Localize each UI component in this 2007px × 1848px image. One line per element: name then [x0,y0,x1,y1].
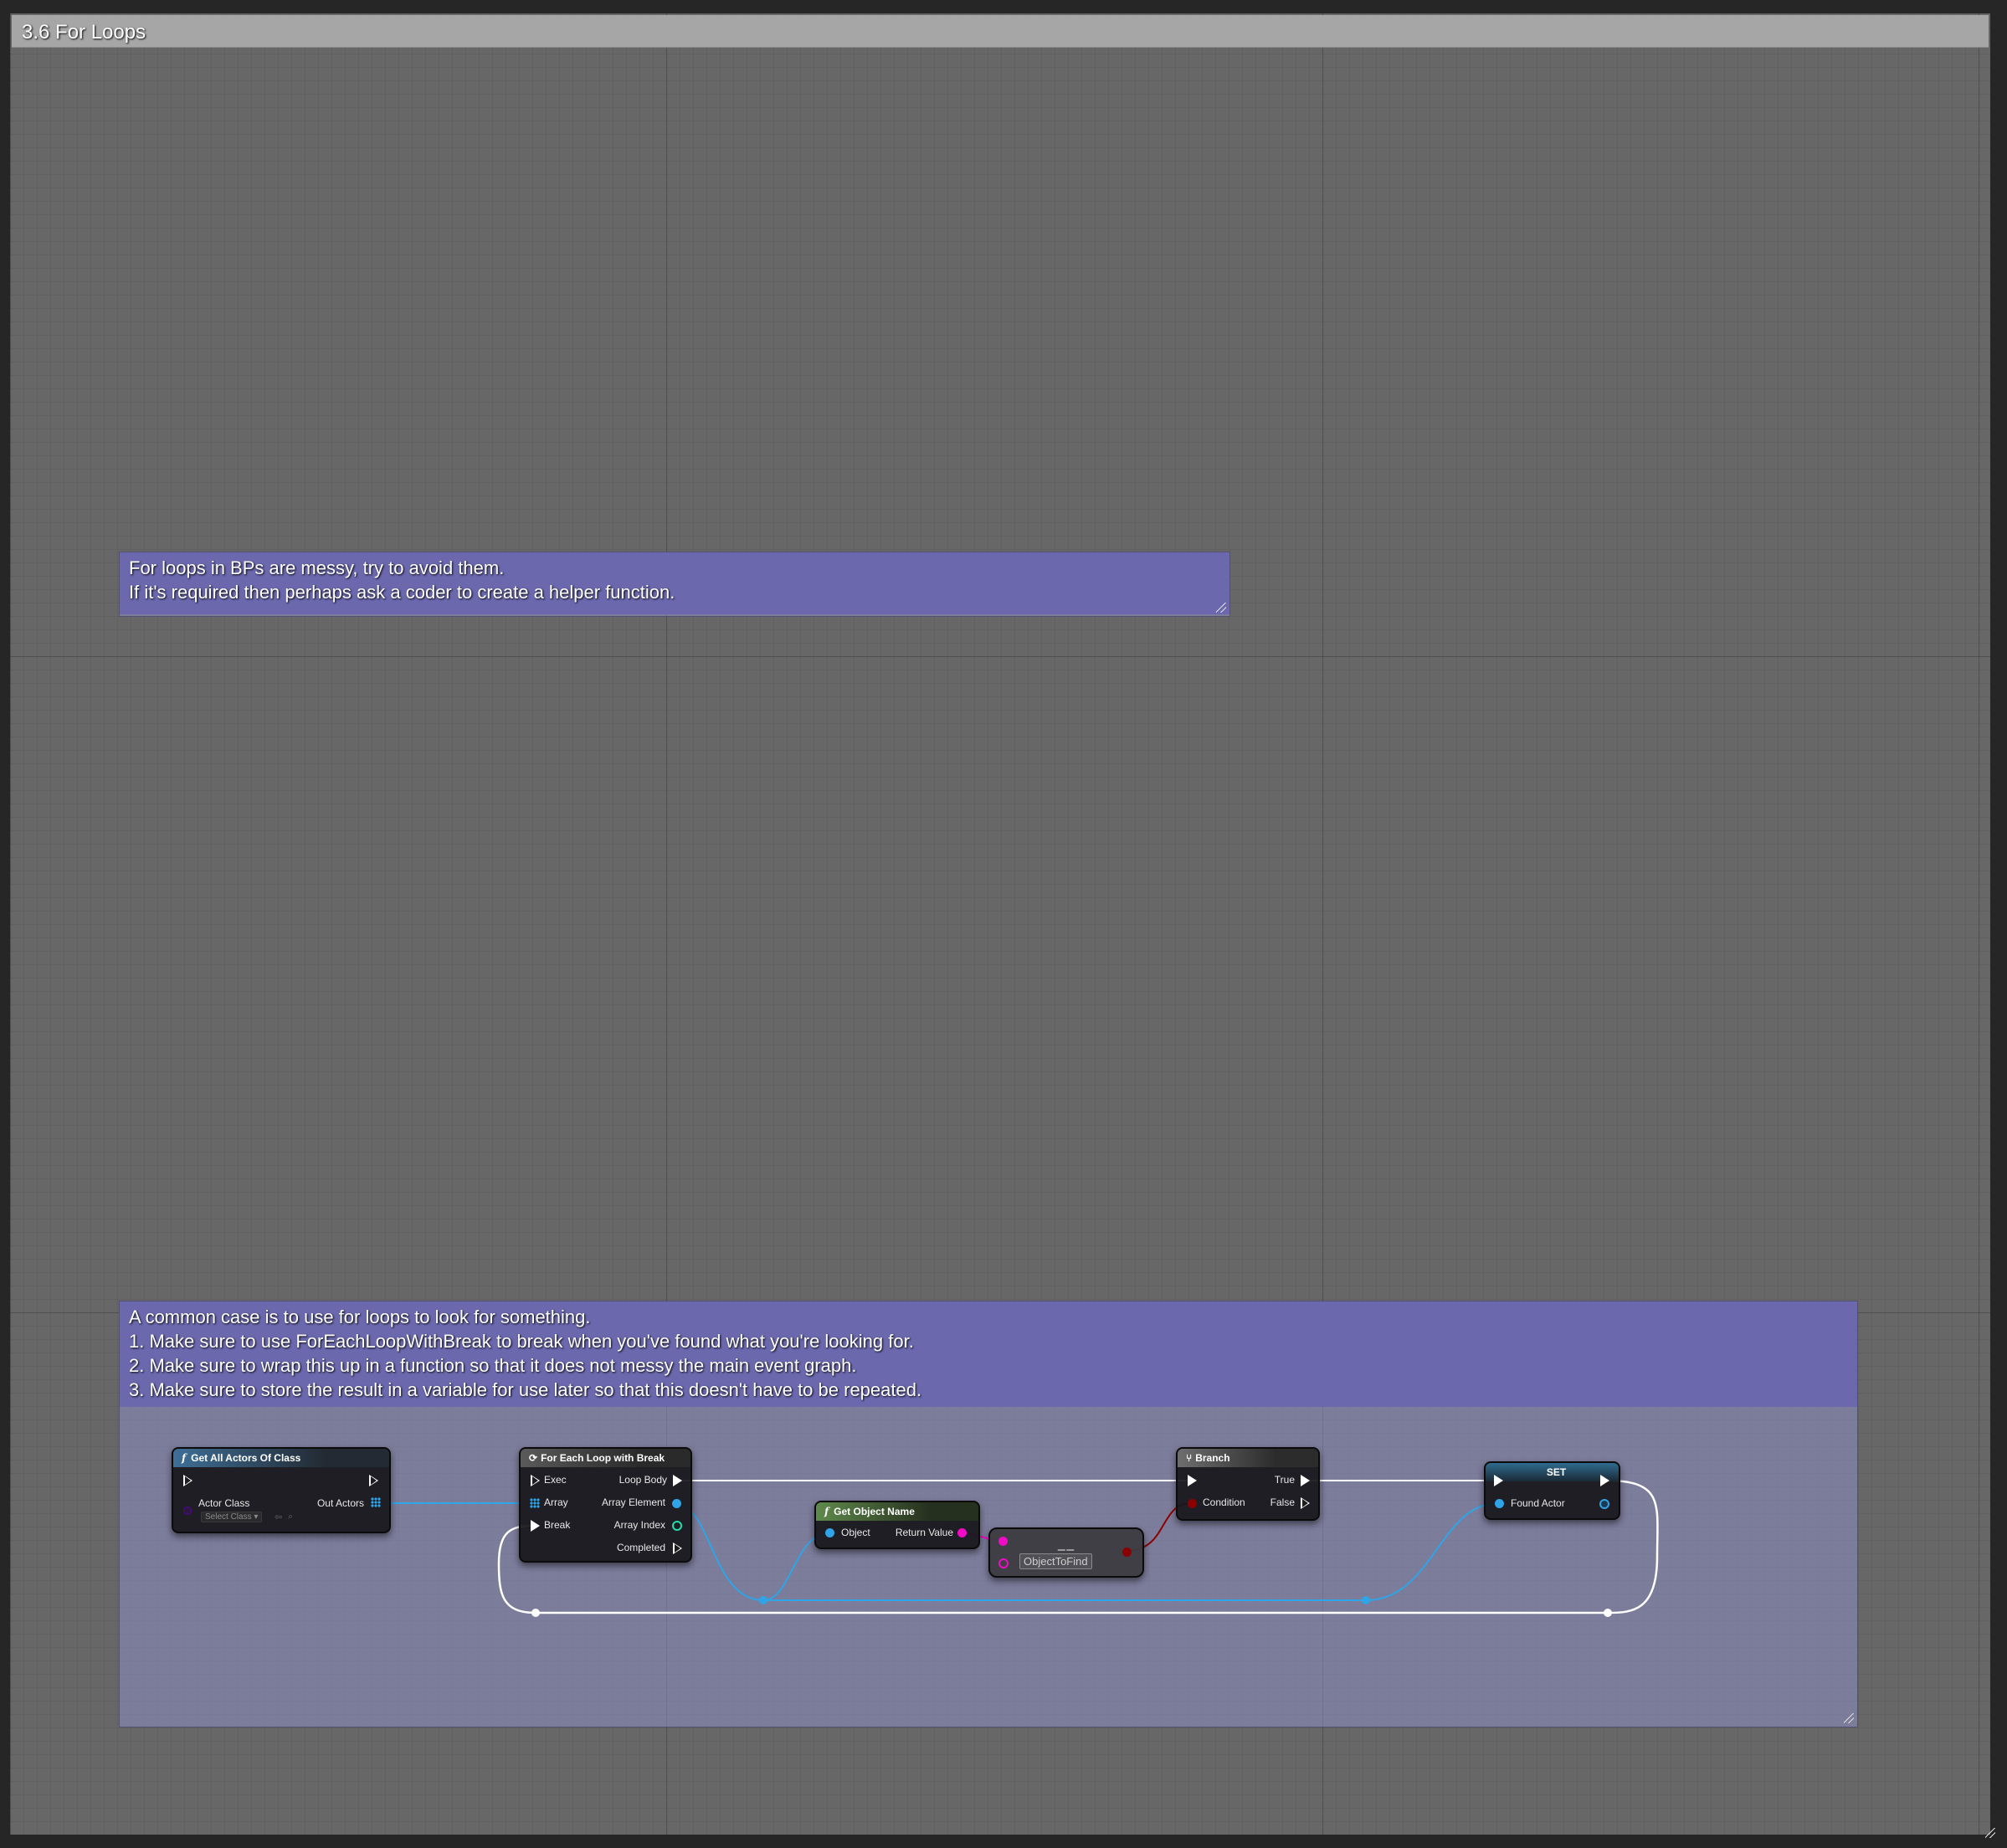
browse-icon[interactable]: ⌕ [288,1512,293,1522]
exec-in-pin[interactable] [183,1475,192,1486]
completed-pin[interactable] [673,1543,682,1554]
break-pin[interactable] [531,1520,540,1532]
true-label: True [1274,1474,1295,1486]
loop-body-label: Loop Body [619,1474,667,1486]
array-in-pin-icon[interactable] [530,1498,540,1508]
loop-body-pin[interactable] [673,1475,682,1486]
select-class-text: Select Class [205,1512,252,1522]
node-get-all-actors-of-class[interactable]: f Get All Actors Of Class Actor Class Sel… [172,1447,391,1533]
found-actor-out-pin[interactable] [1599,1499,1609,1509]
outer-resize-handle-icon[interactable] [1985,1828,1995,1838]
result-bool-pin[interactable] [1122,1548,1132,1557]
node-header[interactable]: SET [1486,1463,1619,1481]
exec-in-pin[interactable] [1188,1475,1197,1486]
comment-box-advice[interactable]: For loops in BPs are messy, try to avoid… [119,552,1230,617]
use-selected-icon[interactable]: ⇦ [275,1512,282,1522]
node-title: Get All Actors Of Class [191,1452,301,1464]
function-icon: f [182,1452,187,1464]
node-header[interactable]: ⑂ Branch [1178,1449,1318,1467]
loop-icon: ⟳ [529,1452,538,1464]
select-class-dropdown[interactable]: Select Class ▾ [201,1512,263,1522]
object-label: Object [841,1527,870,1538]
object-in-pin[interactable] [825,1528,834,1537]
exec-in-pin[interactable] [531,1475,540,1486]
outer-comment-title-bar[interactable]: 3.6 For Loops [12,15,1989,48]
actor-class-label: Actor Class [198,1497,250,1509]
resize-handle-icon[interactable] [1844,1713,1854,1723]
out-actors-label: Out Actors [316,1497,364,1509]
resize-handle-icon[interactable] [1216,603,1226,613]
return-value-pin[interactable] [957,1528,967,1537]
node-get-object-name[interactable]: f Get Object Name Object Return Value [814,1501,980,1549]
node-header[interactable]: ⟳ For Each Loop with Break [521,1449,690,1467]
outer-comment-title: 3.6 For Loops [22,21,146,44]
array-pin-icon[interactable] [371,1497,381,1507]
node-set-found-actor[interactable]: SET Found Actor [1484,1461,1620,1520]
node-title: Branch [1195,1452,1230,1464]
array-element-label: Array Element [601,1496,665,1508]
function-icon: f [824,1506,829,1517]
exec-label: Exec [544,1474,567,1486]
comment-text-example: A common case is to use for loops to loo… [120,1301,1857,1407]
found-actor-in-pin[interactable] [1495,1499,1504,1508]
exec-out-pin[interactable] [369,1475,378,1486]
break-label: Break [544,1519,571,1531]
class-pin[interactable] [183,1507,192,1515]
false-pin[interactable] [1301,1497,1310,1509]
true-pin[interactable] [1301,1475,1310,1486]
node-for-each-loop-with-break[interactable]: ⟳ For Each Loop with Break Exec Array Bre… [519,1447,692,1563]
node-branch[interactable]: ⑂ Branch Condition True False [1176,1447,1320,1521]
array-index-label: Array Index [613,1519,665,1531]
exec-in-pin[interactable] [1494,1475,1503,1486]
branch-icon: ⑂ [1186,1452,1193,1464]
exec-out-pin[interactable] [1600,1475,1609,1486]
node-header[interactable]: f Get Object Name [816,1502,978,1521]
chevron-down-icon: ▾ [254,1512,259,1522]
condition-label: Condition [1203,1496,1245,1508]
object-to-find-input[interactable]: ObjectToFind [1019,1553,1092,1569]
node-title: SET [1546,1466,1567,1478]
comment-text-advice: For loops in BPs are messy, try to avoid… [120,552,1229,614]
node-title: Get Object Name [834,1506,915,1517]
return-value-label: Return Value [895,1527,953,1538]
completed-label: Completed [616,1542,665,1553]
node-equal-string[interactable]: == ObjectToFind [988,1527,1144,1578]
array-index-pin[interactable] [672,1521,682,1531]
found-actor-label: Found Actor [1511,1497,1565,1509]
array-label: Array [544,1496,568,1508]
blueprint-canvas[interactable]: 3.6 For Loops For loops in BPs are messy… [0,0,2007,1848]
array-element-pin[interactable] [672,1499,681,1508]
condition-pin[interactable] [1188,1499,1197,1508]
false-label: False [1270,1496,1295,1508]
node-header[interactable]: f Get All Actors Of Class [173,1449,389,1467]
string-a-pin[interactable] [998,1537,1008,1546]
string-b-pin[interactable] [998,1558,1009,1568]
node-title: For Each Loop with Break [541,1452,665,1464]
